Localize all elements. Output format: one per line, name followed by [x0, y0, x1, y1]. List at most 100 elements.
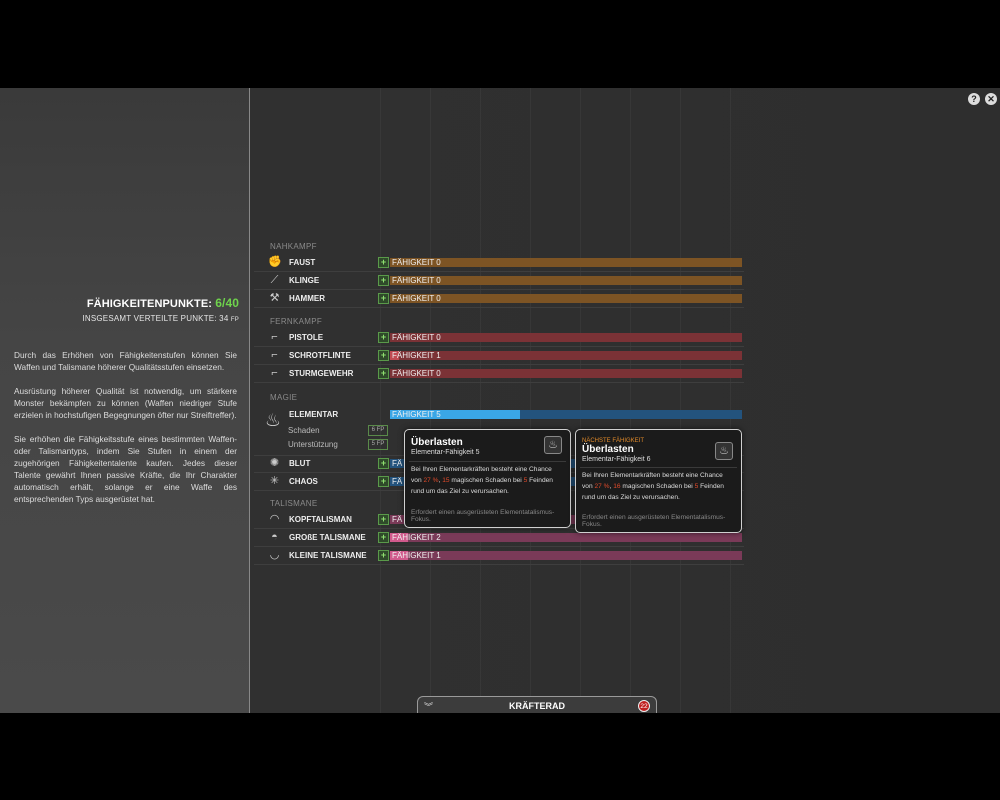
- skill-name: STURMGEWEHR: [289, 369, 354, 378]
- skill-level: FÄ: [392, 459, 403, 468]
- skill-level: FÄHIGKEIT 0: [392, 369, 441, 378]
- add-point-button[interactable]: +: [378, 293, 389, 304]
- skill-bar: FÄHIGKEIT 0: [390, 276, 742, 285]
- skill-bar: FÄHIGKEIT 0: [390, 333, 742, 342]
- skill-level: FÄHIGKEIT 0: [392, 333, 441, 342]
- grid-line: [530, 88, 531, 713]
- skill-name: CHAOS: [289, 477, 318, 486]
- skill-row-schrotflinte[interactable]: ⌐ SCHROTFLINTE + FÄHIGKEIT 1: [254, 347, 744, 365]
- grid-line: [630, 88, 631, 713]
- skill-points-title: FÄHIGKEITENPUNKTE: 6/40: [87, 296, 239, 310]
- add-point-button[interactable]: +: [378, 458, 389, 469]
- skill-bar: FÄHIGKEIT 0: [390, 258, 742, 267]
- skill-bar: FÄHIGKEIT 0: [390, 369, 742, 378]
- skill-points-value: 6/40: [215, 296, 239, 310]
- skill-level: FÄ: [392, 477, 403, 486]
- skill-row-pistole[interactable]: ⌐ PISTOLE + FÄHIGKEIT 0: [254, 329, 744, 347]
- skills-screen: FÄHIGKEITENPUNKTE: 6/40 INSGESAMT VERTEI…: [0, 88, 1000, 713]
- distributed-points-unit: FP: [230, 317, 239, 323]
- skill-row-kleine-talismane[interactable]: ◡ KLEINE TALISMANE + FÄHIGKEIT 1: [254, 547, 744, 565]
- blade-icon: ⟋: [270, 274, 279, 286]
- add-point-button[interactable]: +: [378, 368, 389, 379]
- sub-skill-support: Unterstützung: [288, 440, 338, 449]
- skill-level: FÄHIGKEIT 2: [392, 533, 441, 542]
- power-wheel-badge: 22: [638, 700, 650, 712]
- add-point-button[interactable]: +: [378, 514, 389, 525]
- hammer-icon: ⚒: [269, 292, 280, 304]
- sub-skill-support-badge[interactable]: 5 FP: [368, 439, 388, 450]
- add-point-button[interactable]: +: [378, 332, 389, 343]
- skill-row-faust[interactable]: ✊ FAUST + FÄHIGKEIT 0: [254, 254, 744, 272]
- category-talismane: TALISMANE: [270, 499, 318, 508]
- assault-rifle-icon: ⌐: [271, 367, 278, 379]
- skill-level: FÄHIGKEIT 0: [392, 294, 441, 303]
- add-point-button[interactable]: +: [378, 257, 389, 268]
- close-button[interactable]: ✕: [985, 93, 997, 105]
- help-button[interactable]: ?: [968, 93, 980, 105]
- skill-level: FÄHIGKEIT 0: [392, 276, 441, 285]
- tooltip-subtitle: Elementar-Fähigkeit 6: [582, 456, 651, 463]
- add-point-button[interactable]: +: [378, 532, 389, 543]
- skill-tree-area: NAHKAMPF ✊ FAUST + FÄHIGKEIT 0 ⟋ KLINGE …: [250, 88, 1000, 713]
- grid-line: [430, 88, 431, 713]
- tooltip-title: Überlasten: [411, 437, 463, 448]
- add-point-button[interactable]: +: [378, 550, 389, 561]
- skill-bar: FÄHIGKEIT 0: [390, 294, 742, 303]
- skill-level: FÄHIGKEIT 0: [392, 258, 441, 267]
- grid-line: [730, 88, 731, 713]
- tooltip-targets: 5: [694, 483, 699, 490]
- blood-icon: ✺: [269, 457, 280, 469]
- skill-level: FÄ: [392, 515, 403, 524]
- minor-talisman-icon: ◡: [269, 549, 280, 561]
- category-fernkampf: FERNKAMPF: [270, 317, 323, 326]
- category-nahkampf: NAHKAMPF: [270, 242, 317, 251]
- distributed-points-label: INSGESAMT VERTEILTE PUNKTE: 34: [82, 314, 229, 323]
- skill-name: SCHROTFLINTE: [289, 351, 351, 360]
- tooltip-next-skill: NÄCHSTE FÄHIGKEIT Überlasten Elementar-F…: [575, 429, 742, 533]
- major-talisman-icon: ◓: [271, 531, 278, 543]
- power-wheel-label: KRÄFTERAD: [509, 701, 565, 711]
- description-paragraph-3: Sie erhöhen die Fähigkeitsstufe eines be…: [14, 434, 237, 504]
- tooltip-targets: 5: [523, 477, 528, 484]
- skill-points-panel: FÄHIGKEITENPUNKTE: 6/40 INSGESAMT VERTEI…: [0, 88, 250, 713]
- skill-row-hammer[interactable]: ⚒ HAMMER + FÄHIGKEIT 0: [254, 290, 744, 308]
- skill-name: BLUT: [289, 459, 311, 468]
- skill-row-sturmgewehr[interactable]: ⌐ STURMGEWEHR + FÄHIGKEIT 0: [254, 365, 744, 383]
- add-point-button[interactable]: +: [378, 476, 389, 487]
- skill-name: FAUST: [289, 258, 316, 267]
- sub-skill-damage-badge[interactable]: 6 FP: [368, 425, 388, 436]
- tooltip-text: ,: [438, 477, 441, 484]
- tooltip-damage: 15: [442, 477, 450, 484]
- tooltip-text: magischen Schaden bei: [451, 477, 522, 484]
- tooltip-separator: [409, 461, 566, 462]
- tooltip-description: Bei Ihren Elementarkräften besteht eine …: [582, 472, 724, 501]
- tooltip-subtitle: Elementar-Fähigkeit 5: [411, 449, 480, 456]
- head-talisman-icon: ◠: [269, 513, 280, 525]
- tooltip-current-skill: Überlasten Elementar-Fähigkeit 5 ♨ Bei I…: [404, 429, 571, 528]
- sub-skill-damage: Schaden: [288, 426, 320, 435]
- flame-icon: ♨: [544, 436, 562, 454]
- fist-icon: ✊: [268, 256, 282, 268]
- skill-level: FÄHIGKEIT 1: [392, 351, 441, 360]
- add-point-button[interactable]: +: [378, 350, 389, 361]
- power-wheel-tab[interactable]: ︾ KRÄFTERAD 22: [417, 696, 657, 713]
- add-point-button[interactable]: +: [378, 275, 389, 286]
- skill-points-label: FÄHIGKEITENPUNKTE:: [86, 298, 213, 310]
- skill-bar: FÄHIGKEIT 1: [390, 351, 742, 360]
- skill-level: FÄHIGKEIT 1: [392, 551, 441, 560]
- tooltip-chance: 27 %: [423, 477, 439, 484]
- flame-icon: ♨: [715, 442, 733, 460]
- skill-bar: FÄHIGKEIT 5: [390, 410, 742, 419]
- grid-line: [580, 88, 581, 713]
- skill-name: PISTOLE: [289, 333, 324, 342]
- tooltip-damage: 16: [613, 483, 621, 490]
- skill-name: GROßE TALISMANE: [289, 533, 366, 542]
- grid-line: [380, 88, 381, 713]
- skill-name: KOPFTALISMAN: [289, 515, 352, 524]
- flame-icon: ♨: [264, 410, 282, 430]
- tooltip-title: Überlasten: [582, 444, 634, 455]
- description-paragraph-1: Durch das Erhöhen von Fähigkeitenstufen …: [14, 350, 237, 372]
- tooltip-requirement: Erfordert einen ausgerüsteten Elementata…: [582, 514, 726, 528]
- skill-name: HAMMER: [289, 294, 325, 303]
- skill-row-klinge[interactable]: ⟋ KLINGE + FÄHIGKEIT 0: [254, 272, 744, 290]
